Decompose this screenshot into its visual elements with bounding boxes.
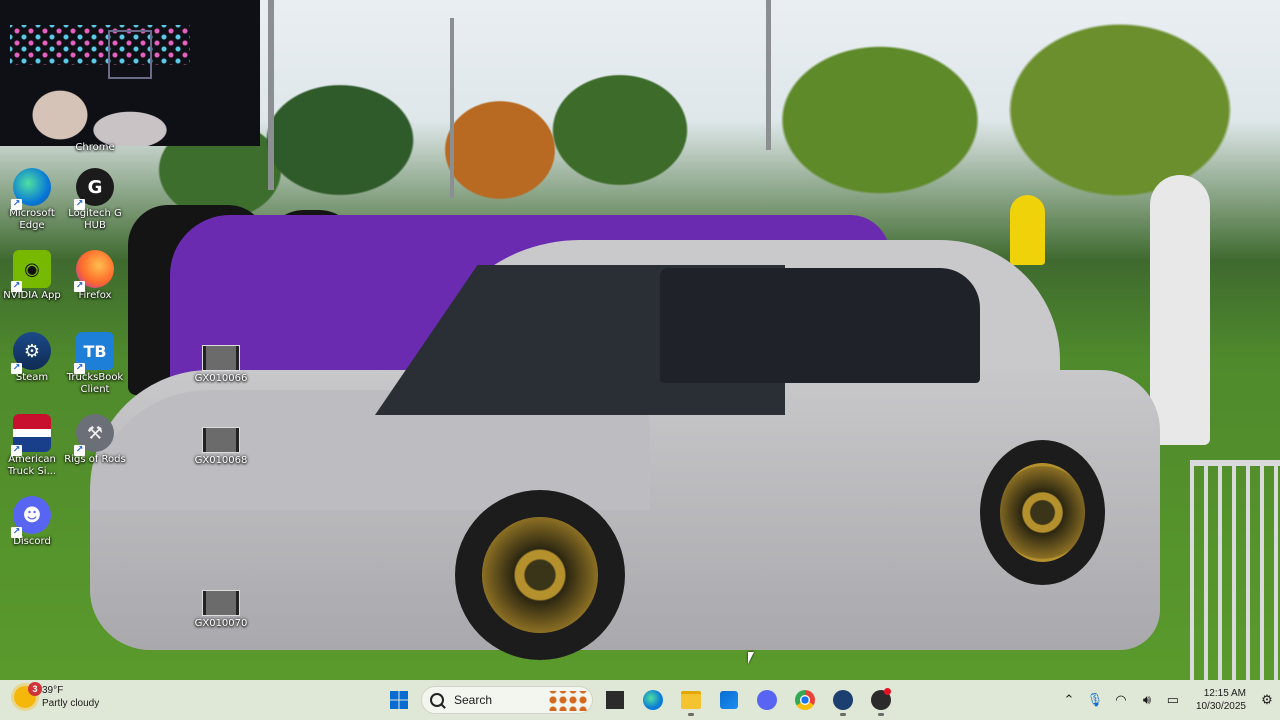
desktop-icon-logitech[interactable]: G ↗ Logitech G HUB bbox=[63, 168, 127, 232]
desktop-file-gx010066[interactable]: GX010066 bbox=[189, 345, 253, 385]
rigs-of-rods-icon: ⚒ ↗ bbox=[74, 414, 114, 456]
start-button[interactable] bbox=[383, 684, 415, 716]
weather-temperature: 39°F bbox=[42, 685, 64, 696]
search-label: Search bbox=[454, 693, 493, 707]
video-file-icon bbox=[202, 427, 240, 453]
desktop-icon-label: Chrome bbox=[75, 142, 115, 153]
microsoft-store-icon bbox=[720, 691, 738, 709]
system-tray: ⌃ 🎙︎ ◠ 🔊︎ ▭ 12:15 AM 10/30/2025 ⚙ bbox=[1056, 680, 1280, 720]
clock-date: 10/30/2025 bbox=[1195, 701, 1246, 712]
desktop-icon-american-truck-simulator[interactable]: ↗ American Truck Si... bbox=[0, 414, 64, 478]
streamer-face bbox=[5, 75, 175, 146]
car-side-window bbox=[660, 268, 980, 383]
logitech-icon: G ↗ bbox=[74, 168, 114, 210]
taskbar-chrome-button[interactable] bbox=[789, 684, 821, 716]
wallpaper-lamp-post bbox=[766, 0, 771, 150]
mouse-cursor bbox=[748, 652, 754, 664]
desktop-icon-label: Rigs of Rods bbox=[64, 454, 126, 465]
wallpaper-lamp-post bbox=[450, 18, 454, 198]
task-view-icon bbox=[606, 691, 624, 709]
desktop-icon-firefox[interactable]: ↗ Firefox bbox=[63, 250, 127, 302]
desktop-icon-discord[interactable]: ☻ ↗ Discord bbox=[0, 496, 64, 548]
discord-icon: ☻ ↗ bbox=[11, 496, 51, 538]
wifi-icon[interactable]: ◠ bbox=[1110, 692, 1132, 708]
weather-sun-icon: 3 bbox=[14, 682, 42, 708]
desktop-icon-label: Microsoft Edge bbox=[9, 208, 55, 231]
taskbar-clock[interactable]: 12:15 AM 10/30/2025 bbox=[1196, 687, 1246, 713]
weather-condition: Partly cloudy bbox=[42, 698, 100, 709]
desktop-file-gx010070[interactable]: GX010070 bbox=[189, 590, 253, 630]
show-hidden-icons-chevron-icon[interactable]: ⌃ bbox=[1058, 692, 1080, 708]
edge-icon bbox=[643, 690, 663, 710]
desktop-icon-label: GX010066 bbox=[194, 373, 248, 384]
desktop-icon-chrome[interactable]: Chrome bbox=[63, 140, 127, 154]
wallpaper-railing bbox=[1190, 460, 1280, 680]
string-lights bbox=[10, 25, 190, 65]
taskbar-search-box[interactable]: Search bbox=[421, 686, 593, 714]
desktop-icon-label: Discord bbox=[13, 536, 51, 547]
taskbar-center: Search bbox=[383, 684, 897, 716]
desktop-icon-edge[interactable]: ↗ Microsoft Edge bbox=[0, 168, 64, 232]
desktop-icon-label: GX010070 bbox=[194, 618, 248, 629]
video-file-icon bbox=[202, 345, 240, 371]
desktop-icon-nvidia[interactable]: ◉ ↗ NVIDIA App bbox=[0, 250, 64, 302]
notification-badge: 3 bbox=[28, 682, 42, 696]
desktop-icon-rigs-of-rods[interactable]: ⚒ ↗ Rigs of Rods bbox=[63, 414, 127, 466]
chrome-icon bbox=[795, 690, 815, 710]
weather-widget[interactable]: 3 39°F Partly cloudy bbox=[14, 682, 100, 710]
desktop-icon-label: American Truck Si... bbox=[7, 454, 57, 477]
taskbar-obs-button[interactable] bbox=[865, 684, 897, 716]
search-icon bbox=[430, 693, 444, 707]
desktop-icon-steam[interactable]: ⚙ ↗ Steam bbox=[0, 332, 64, 384]
nvidia-icon: ◉ ↗ bbox=[11, 250, 51, 292]
desktop-icon-label: Steam bbox=[15, 372, 49, 383]
discord-icon bbox=[757, 690, 777, 710]
running-indicator bbox=[840, 713, 846, 716]
firefox-icon: ↗ bbox=[74, 250, 114, 292]
taskbar-store-button[interactable] bbox=[713, 684, 745, 716]
windows-start-icon bbox=[390, 691, 408, 709]
desktop-icon-trucksbook[interactable]: TB ↗ TrucksBook Client bbox=[63, 332, 127, 396]
desktop-icon-label: Logitech G HUB bbox=[68, 208, 122, 231]
taskbar-edge-button[interactable] bbox=[637, 684, 669, 716]
webcam-overlay bbox=[0, 0, 260, 146]
file-explorer-icon bbox=[681, 691, 701, 709]
taskbar: 3 39°F Partly cloudy Search ⌃ 🎙︎ ◠ 🔊︎ ▭ … bbox=[0, 680, 1280, 720]
car-front-wheel bbox=[455, 490, 625, 660]
american-truck-simulator-icon: ↗ bbox=[11, 414, 51, 456]
notification-bell-icon[interactable]: ⚙ bbox=[1256, 692, 1278, 708]
task-view-button[interactable] bbox=[599, 684, 631, 716]
steam-icon bbox=[833, 690, 853, 710]
running-indicator bbox=[878, 713, 884, 716]
desktop-icon-label: Firefox bbox=[78, 290, 112, 301]
video-file-icon bbox=[202, 590, 240, 616]
microphone-icon[interactable]: 🎙︎ bbox=[1084, 692, 1106, 708]
desktop-icon-label: NVIDIA App bbox=[3, 290, 61, 301]
desktop-file-gx010068[interactable]: GX010068 bbox=[189, 427, 253, 467]
car-rear-wheel bbox=[980, 440, 1105, 585]
recording-indicator bbox=[884, 688, 891, 695]
clock-time: 12:15 AM bbox=[1203, 688, 1246, 699]
desktop-icon-label: TrucksBook Client bbox=[66, 372, 124, 395]
taskbar-discord-button[interactable] bbox=[751, 684, 783, 716]
trucksbook-icon: TB ↗ bbox=[74, 332, 114, 374]
edge-icon: ↗ bbox=[11, 168, 51, 210]
volume-icon[interactable]: 🔊︎ bbox=[1136, 692, 1158, 708]
battery-icon[interactable]: ▭ bbox=[1162, 692, 1184, 708]
running-indicator bbox=[688, 713, 694, 716]
desktop-icon-label: GX010068 bbox=[194, 455, 248, 466]
search-highlight-icon bbox=[548, 691, 588, 711]
wallpaper-lamp-post bbox=[268, 0, 274, 190]
taskbar-file-explorer-button[interactable] bbox=[675, 684, 707, 716]
taskbar-steam-button[interactable] bbox=[827, 684, 859, 716]
steam-icon: ⚙ ↗ bbox=[11, 332, 51, 374]
wall-frame bbox=[108, 30, 152, 79]
